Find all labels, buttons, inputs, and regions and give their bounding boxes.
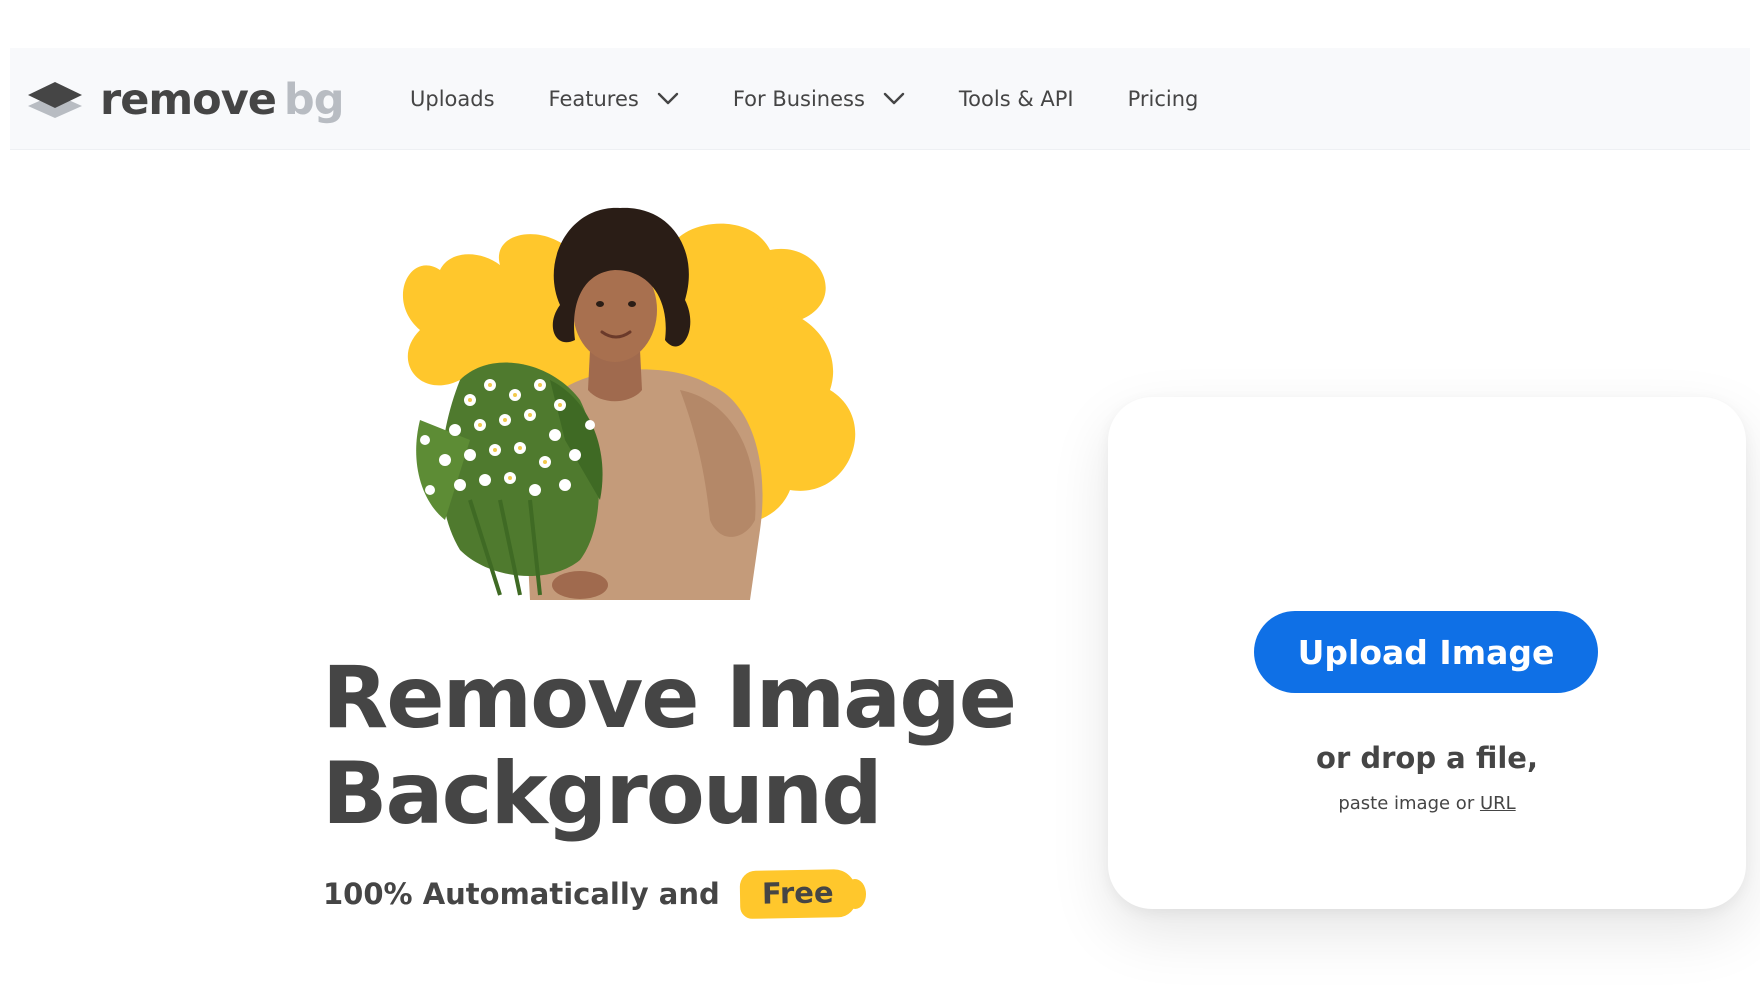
url-link[interactable]: URL bbox=[1480, 793, 1516, 814]
nav-pricing-label: Pricing bbox=[1127, 87, 1199, 111]
nav-tools-api[interactable]: Tools & API bbox=[959, 87, 1074, 111]
logo[interactable]: remove bg bbox=[26, 70, 344, 130]
hero-title-line-2: Background bbox=[322, 744, 883, 844]
nav-features[interactable]: Features bbox=[549, 87, 679, 111]
upload-card[interactable]: Upload Image or drop a file, paste image… bbox=[1108, 397, 1746, 909]
hero-title-line-1: Remove Image bbox=[322, 648, 1017, 748]
nav-features-label: Features bbox=[548, 87, 639, 111]
free-badge: Free bbox=[739, 868, 856, 920]
paste-prefix: paste image or bbox=[1338, 793, 1475, 814]
site-header: remove bg Uploads Features For Business T… bbox=[10, 48, 1750, 150]
paste-image-text: paste image or URL bbox=[1108, 793, 1746, 814]
hero-subtitle-text: 100% Automatically and bbox=[323, 877, 720, 911]
logo-word-remove: remove bbox=[100, 74, 277, 125]
nav-for-business[interactable]: For Business bbox=[733, 87, 905, 111]
logo-wordmark: remove bg bbox=[100, 78, 344, 122]
nav-uploads-label: Uploads bbox=[410, 87, 495, 111]
hero-subtitle: 100% Automatically and Free bbox=[323, 868, 856, 920]
hero-title: Remove Image Background bbox=[322, 648, 1017, 844]
drop-file-text: or drop a file, bbox=[1316, 741, 1538, 775]
layers-icon bbox=[28, 82, 82, 118]
free-badge-label: Free bbox=[761, 875, 834, 911]
woman-holding-flowers-image bbox=[350, 200, 910, 600]
logo-word-bg: bg bbox=[283, 74, 345, 125]
chevron-down-icon bbox=[657, 92, 679, 106]
chevron-down-icon bbox=[883, 92, 905, 106]
nav-pricing[interactable]: Pricing bbox=[1128, 87, 1199, 111]
nav-uploads[interactable]: Uploads bbox=[410, 87, 495, 111]
upload-image-button[interactable]: Upload Image bbox=[1254, 611, 1598, 693]
nav-for-business-label: For Business bbox=[732, 87, 865, 111]
main-nav: Uploads Features For Business Tools & AP… bbox=[410, 48, 1252, 150]
nav-tools-api-label: Tools & API bbox=[958, 87, 1074, 111]
page: remove bg Uploads Features For Business T… bbox=[0, 0, 1760, 990]
